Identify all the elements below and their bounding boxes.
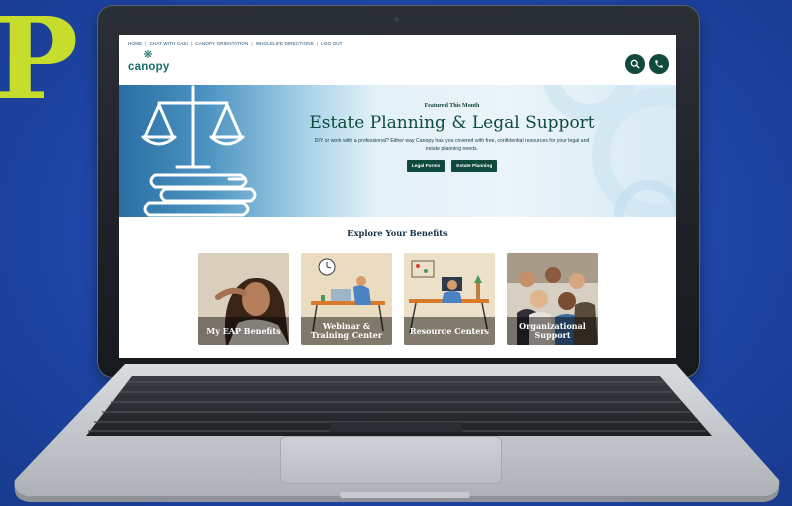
laptop-screen: HOME | CHAT WITH CASI | CANOPY ORIENTATI… <box>119 35 676 358</box>
card-organizational-support[interactable]: Organizational Support <box>507 253 598 345</box>
touchpad <box>280 436 502 484</box>
nav-link-wholelife[interactable]: WHOLELIFE DIRECTIONS <box>256 41 314 46</box>
card-webinar-training[interactable]: Webinar & Training Center <box>301 253 392 345</box>
nav-link-home[interactable]: HOME <box>128 41 142 46</box>
nav-separator: | <box>190 40 193 46</box>
laptop-keyboard-base <box>14 364 780 502</box>
card-eap-benefits[interactable]: My EAP Benefits <box>198 253 289 345</box>
hero-title: Estate Planning & Legal Support <box>309 113 595 133</box>
nav-separator: | <box>251 40 253 46</box>
hero-content: Featured This Month Estate Planning & Le… <box>287 103 617 173</box>
nav-separator: | <box>145 40 147 46</box>
legal-forms-button[interactable]: Legal Forms <box>406 160 446 173</box>
laptop-lid: HOME | CHAT WITH CASI | CANOPY ORIENTATI… <box>97 5 700 378</box>
nav-link-orientation[interactable]: CANOPY ORIENTATION <box>195 41 248 46</box>
phone-button[interactable] <box>649 54 669 74</box>
search-button[interactable] <box>625 54 645 74</box>
nav-link-chat[interactable]: CHAT WITH CASI <box>149 41 188 46</box>
hero-buttons: Legal Forms Estate Planning <box>287 160 617 173</box>
hero-banner: Featured This Month Estate Planning & Le… <box>119 85 676 217</box>
nav-link-logout[interactable]: LOG OUT <box>321 41 342 46</box>
background-letter: P <box>0 0 79 125</box>
estate-planning-button[interactable]: Estate Planning <box>451 160 498 173</box>
canopy-logo[interactable]: ❋ canopy <box>128 49 170 76</box>
search-icon <box>630 59 640 69</box>
camera-icon <box>394 17 399 22</box>
card-resource-centers[interactable]: Resource Centers <box>404 253 495 345</box>
card-label: Organizational Support <box>507 317 598 345</box>
canopy-leaf-icon: ❋ <box>143 49 153 61</box>
hero-description: DIY or work with a professional? Either … <box>314 138 590 152</box>
top-nav: HOME | CHAT WITH CASI | CANOPY ORIENTATI… <box>128 39 343 47</box>
hero-eyebrow: Featured This Month <box>424 103 480 109</box>
card-label: My EAP Benefits <box>198 317 289 345</box>
card-label: Resource Centers <box>404 317 495 345</box>
explore-title: Explore Your Benefits <box>347 228 448 238</box>
phone-icon <box>655 60 663 68</box>
benefit-cards: My EAP Benefits Webinar & Training Cente… <box>198 253 598 345</box>
card-label: Webinar & Training Center <box>301 317 392 345</box>
logo-text: canopy <box>128 61 170 73</box>
nav-separator: | <box>316 40 319 46</box>
